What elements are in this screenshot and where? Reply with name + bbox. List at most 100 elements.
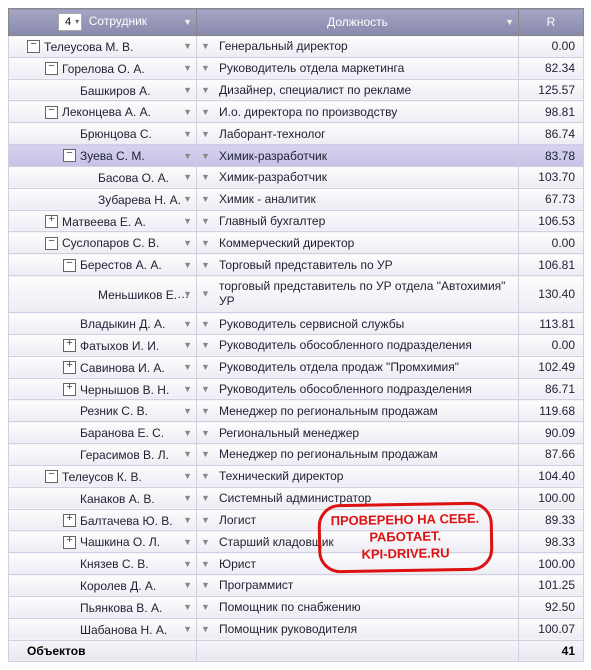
employee-cell[interactable]: −Леконцева А. А.▼ [9,101,197,123]
chevron-down-icon[interactable]: ▼ [183,63,192,73]
employee-cell[interactable]: +Чернышов В. Н.▼ [9,378,197,400]
table-row[interactable]: +Чашкина О. Л.▼▼Старший кладовщик98.33 [9,531,584,553]
position-cell[interactable]: ▼Главный бухгалтер [197,210,519,232]
position-cell[interactable]: ▼Помощник руководителя [197,618,519,640]
employee-cell[interactable]: Шабанова Н. А.▼ [9,618,197,640]
position-cell[interactable]: ▼Дизайнер, специалист по рекламе [197,79,519,101]
table-row[interactable]: −Зуева С. М.▼▼Химик-разработчик83.78 [9,145,584,167]
table-row[interactable]: −Телеусов К. В.▼▼Технический директор104… [9,465,584,487]
position-cell[interactable]: ▼Химик-разработчик [197,166,519,188]
employee-cell[interactable]: Пьянкова В. А.▼ [9,596,197,618]
chevron-down-icon[interactable]: ▼ [201,624,210,634]
table-row[interactable]: −Телеусова М. В.▼▼Генеральный директор0.… [9,36,584,58]
table-row[interactable]: Канаков А. В.▼▼Системный администратор10… [9,487,584,509]
employee-cell[interactable]: Канаков А. В.▼ [9,487,197,509]
employee-cell[interactable]: Басова О. А.▼ [9,166,197,188]
table-row[interactable]: Шабанова Н. А.▼▼Помощник руководителя100… [9,618,584,640]
chevron-down-icon[interactable]: ▼ [201,493,210,503]
position-cell[interactable]: ▼Менеджер по региональным продажам [197,400,519,422]
employee-cell[interactable]: Зубарева Н. А.▼ [9,188,197,210]
table-row[interactable]: +Фатыхов И. И.▼▼Руководитель обособленно… [9,334,584,356]
position-cell[interactable]: ▼Генеральный директор [197,36,519,58]
chevron-down-icon[interactable]: ▼ [201,107,210,117]
chevron-down-icon[interactable]: ▼ [183,17,192,27]
chevron-down-icon[interactable]: ▼ [201,238,210,248]
chevron-down-icon[interactable]: ▼ [183,85,192,95]
chevron-down-icon[interactable]: ▼ [183,384,192,394]
expand-icon[interactable]: + [63,339,76,352]
collapse-icon[interactable]: − [27,40,40,53]
position-cell[interactable]: ▼Химик - аналитик [197,188,519,210]
employee-cell[interactable]: +Савинова И. А.▼ [9,356,197,378]
position-cell[interactable]: ▼Торговый представитель по УР [197,254,519,276]
expand-icon[interactable]: + [63,536,76,549]
collapse-icon[interactable]: − [45,470,58,483]
table-row[interactable]: Пьянкова В. А.▼▼Помощник по снабжению92.… [9,596,584,618]
employee-cell[interactable]: +Матвеева Е. А.▼ [9,210,197,232]
employee-cell[interactable]: +Чашкина О. Л.▼ [9,531,197,553]
chevron-down-icon[interactable]: ▼ [183,362,192,372]
chevron-down-icon[interactable]: ▼ [183,289,192,299]
position-cell[interactable]: ▼И.о. директора по производству [197,101,519,123]
chevron-down-icon[interactable]: ▼ [183,515,192,525]
page-selector[interactable]: 4 [58,13,82,31]
employee-cell[interactable]: Резник С. В.▼ [9,400,197,422]
table-row[interactable]: +Савинова И. А.▼▼Руководитель отдела про… [9,356,584,378]
table-row[interactable]: Басова О. А.▼▼Химик-разработчик103.70 [9,166,584,188]
chevron-down-icon[interactable]: ▼ [183,493,192,503]
employee-cell[interactable]: Меньшиков Е. Н.▼ [9,276,197,313]
table-row[interactable]: Королев Д. А.▼▼Программист101.25 [9,575,584,597]
chevron-down-icon[interactable]: ▼ [201,216,210,226]
chevron-down-icon[interactable]: ▼ [201,559,210,569]
chevron-down-icon[interactable]: ▼ [183,107,192,117]
expand-icon[interactable]: + [63,383,76,396]
position-cell[interactable]: ▼Программист [197,575,519,597]
chevron-down-icon[interactable]: ▼ [201,85,210,95]
table-row[interactable]: Герасимов В. Л.▼▼Менеджер по региональны… [9,444,584,466]
position-cell[interactable]: ▼Химик-разработчик [197,145,519,167]
expand-icon[interactable]: + [45,215,58,228]
chevron-down-icon[interactable]: ▼ [183,129,192,139]
chevron-down-icon[interactable]: ▼ [201,288,210,299]
header-employee[interactable]: 4 Сотрудник ▼ [9,9,197,36]
employee-cell[interactable]: −Суслопаров С. В.▼ [9,232,197,254]
collapse-icon[interactable]: − [45,62,58,75]
collapse-icon[interactable]: − [45,237,58,250]
chevron-down-icon[interactable]: ▼ [183,428,192,438]
employee-cell[interactable]: −Телеусова М. В.▼ [9,36,197,58]
collapse-icon[interactable]: − [45,106,58,119]
chevron-down-icon[interactable]: ▼ [201,406,210,416]
chevron-down-icon[interactable]: ▼ [183,41,192,51]
chevron-down-icon[interactable]: ▼ [183,319,192,329]
table-row[interactable]: Владыкин Д. А.▼▼Руководитель сервисной с… [9,313,584,335]
employee-cell[interactable]: Брюнцова С.▼ [9,123,197,145]
table-row[interactable]: −Горелова О. А.▼▼Руководитель отдела мар… [9,57,584,79]
chevron-down-icon[interactable]: ▼ [201,41,210,51]
chevron-down-icon[interactable]: ▼ [201,580,210,590]
employee-cell[interactable]: Королев Д. А.▼ [9,575,197,597]
chevron-down-icon[interactable]: ▼ [201,471,210,481]
chevron-down-icon[interactable]: ▼ [183,340,192,350]
employee-cell[interactable]: −Телеусов К. В.▼ [9,465,197,487]
expand-icon[interactable]: + [63,514,76,527]
chevron-down-icon[interactable]: ▼ [201,384,210,394]
table-row[interactable]: +Матвеева Е. А.▼▼Главный бухгалтер106.53 [9,210,584,232]
table-row[interactable]: −Суслопаров С. В.▼▼Коммерческий директор… [9,232,584,254]
chevron-down-icon[interactable]: ▼ [201,319,210,329]
employee-cell[interactable]: −Горелова О. А.▼ [9,57,197,79]
position-cell[interactable]: ▼Руководитель сервисной службы [197,313,519,335]
position-cell[interactable]: ▼Технический директор [197,465,519,487]
position-cell[interactable]: ▼Юрист [197,553,519,575]
employee-cell[interactable]: Владыкин Д. А.▼ [9,313,197,335]
employee-cell[interactable]: Герасимов В. Л.▼ [9,444,197,466]
position-cell[interactable]: ▼Коммерческий директор [197,232,519,254]
position-cell[interactable]: ▼Системный администратор [197,487,519,509]
chevron-down-icon[interactable]: ▼ [201,340,210,350]
chevron-down-icon[interactable]: ▼ [183,238,192,248]
collapse-icon[interactable]: − [63,259,76,272]
chevron-down-icon[interactable]: ▼ [201,515,210,525]
table-row[interactable]: +Чернышов В. Н.▼▼Руководитель обособленн… [9,378,584,400]
chevron-down-icon[interactable]: ▼ [183,406,192,416]
chevron-down-icon[interactable]: ▼ [201,63,210,73]
header-r[interactable]: R [519,9,584,36]
